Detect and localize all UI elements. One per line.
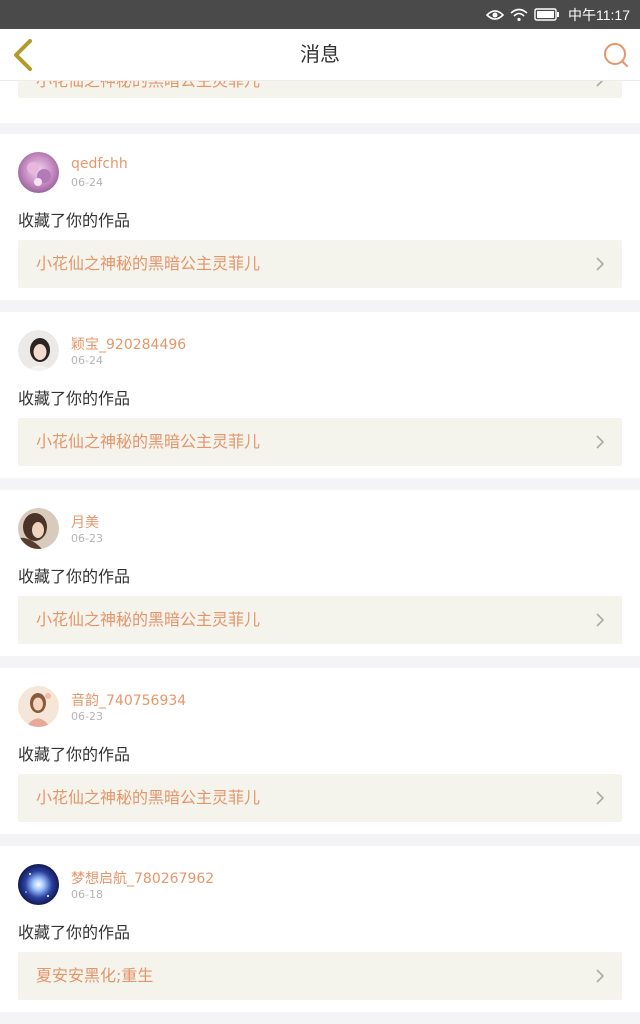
work-link[interactable]: 小花仙之神秘的黑暗公主灵菲儿 <box>18 596 622 644</box>
chevron-right-icon <box>596 80 604 87</box>
search-icon <box>604 43 628 67</box>
search-button[interactable] <box>602 41 630 69</box>
work-title: 夏安安黑化;重生 <box>36 966 154 985</box>
action-text: 收藏了你的作品 <box>18 567 131 586</box>
work-title: 小花仙之神秘的黑暗公主灵菲儿 <box>36 254 261 273</box>
message-date: 06-23 <box>71 532 103 545</box>
status-bar: 中午11:17 <box>0 0 640 29</box>
avatar[interactable] <box>18 330 59 371</box>
work-title: 小花仙之神秘的黑暗公主灵菲儿 <box>36 432 261 451</box>
chevron-right-icon <box>596 969 604 983</box>
message-date: 06-23 <box>71 710 103 723</box>
chevron-right-icon <box>596 613 604 627</box>
work-link[interactable]: 小花仙之神秘的黑暗公主灵菲儿 <box>18 418 622 466</box>
message-card: 小花仙之神秘的黑暗公主灵菲儿 <box>0 80 640 123</box>
chevron-right-icon <box>596 435 604 449</box>
action-text: 收藏了你的作品 <box>18 745 131 764</box>
avatar[interactable] <box>18 864 59 905</box>
action-text: 收藏了你的作品 <box>18 389 131 408</box>
message-card: 颖宝_920284496 06-24 收藏了你的作品 小花仙之神秘的黑暗公主灵菲… <box>0 312 640 478</box>
message-date: 06-18 <box>71 888 103 901</box>
message-card: 音韵_740756934 06-23 收藏了你的作品 小花仙之神秘的黑暗公主灵菲… <box>0 668 640 834</box>
message-card: 月美 06-23 收藏了你的作品 小花仙之神秘的黑暗公主灵菲儿 <box>0 490 640 656</box>
username[interactable]: 月美 <box>71 512 99 532</box>
chevron-right-icon <box>596 791 604 805</box>
status-time: 中午11:17 <box>568 6 630 23</box>
top-nav: 消息 <box>0 29 640 81</box>
username[interactable]: 梦想启航_780267962 <box>71 868 214 888</box>
wifi-icon <box>510 8 528 22</box>
username[interactable]: qedfchh <box>71 156 128 172</box>
work-link[interactable]: 夏安安黑化;重生 <box>18 952 622 1000</box>
chevron-right-icon <box>596 257 604 271</box>
message-feed[interactable]: 小花仙之神秘的黑暗公主灵菲儿 qedfchh 06-24 收藏了你的作品 小花仙… <box>0 80 640 1024</box>
work-title: 小花仙之神秘的黑暗公主灵菲儿 <box>36 80 261 90</box>
avatar[interactable] <box>18 508 59 549</box>
page-title: 消息 <box>300 42 340 66</box>
message-date: 06-24 <box>71 354 103 367</box>
eye-icon <box>486 9 504 21</box>
action-text: 收藏了你的作品 <box>18 211 131 230</box>
avatar[interactable] <box>18 686 59 727</box>
username[interactable]: 颖宝_920284496 <box>71 334 186 354</box>
work-link[interactable]: 小花仙之神秘的黑暗公主灵菲儿 <box>18 80 622 98</box>
work-title: 小花仙之神秘的黑暗公主灵菲儿 <box>36 610 261 629</box>
message-card: 梦想启航_780267962 06-18 收藏了你的作品 夏安安黑化;重生 <box>0 846 640 1012</box>
avatar[interactable] <box>18 152 59 193</box>
work-title: 小花仙之神秘的黑暗公主灵菲儿 <box>36 788 261 807</box>
message-date: 06-24 <box>71 176 103 189</box>
message-card: qedfchh 06-24 收藏了你的作品 小花仙之神秘的黑暗公主灵菲儿 <box>0 134 640 300</box>
work-link[interactable]: 小花仙之神秘的黑暗公主灵菲儿 <box>18 240 622 288</box>
action-text: 收藏了你的作品 <box>18 923 131 942</box>
username[interactable]: 音韵_740756934 <box>71 690 186 710</box>
battery-icon <box>534 8 560 21</box>
work-link[interactable]: 小花仙之神秘的黑暗公主灵菲儿 <box>18 774 622 822</box>
